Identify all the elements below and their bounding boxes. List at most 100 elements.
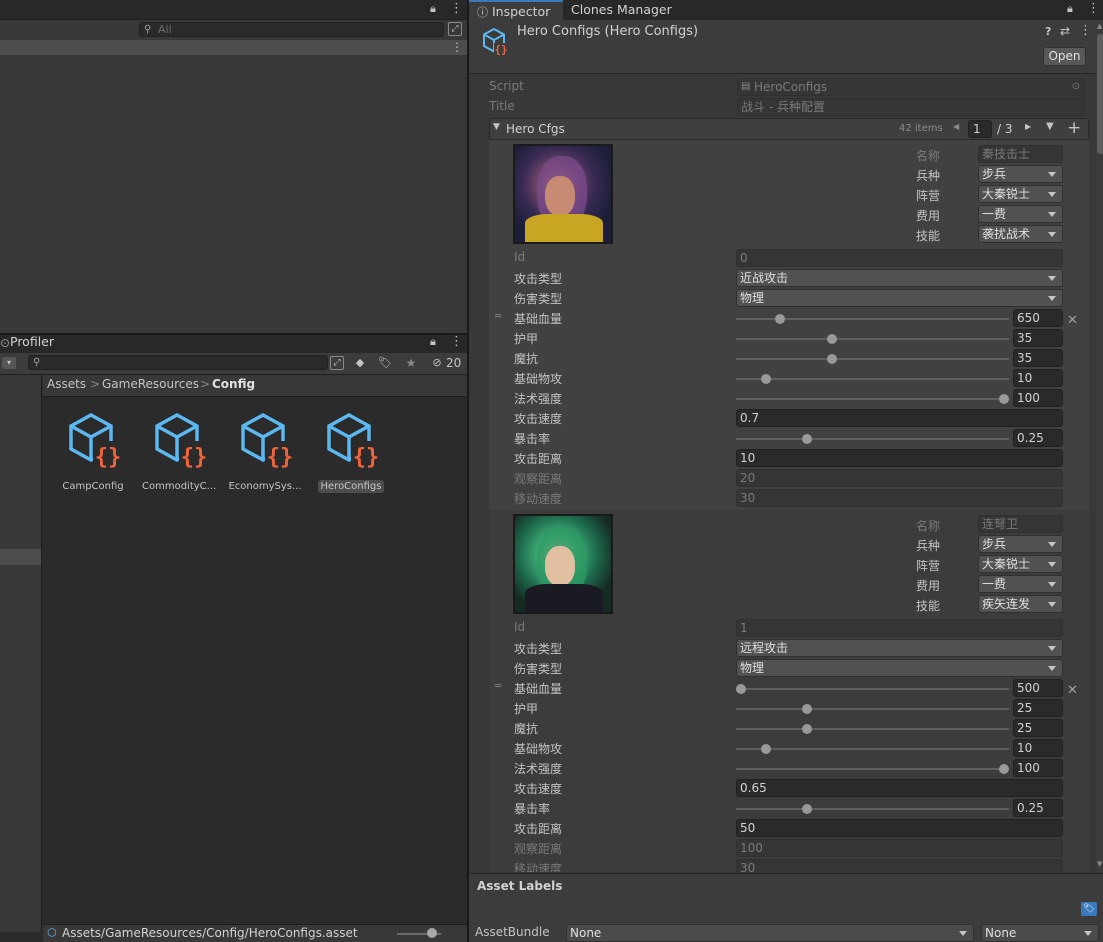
damage-type-dropdown[interactable]: 物理 [736,289,1063,307]
stat-0-value-field[interactable]: 650 [1013,309,1063,327]
scroll-down-icon[interactable]: ▼ [1097,860,1102,868]
attack-range-field[interactable]: 10 [736,449,1063,467]
settings-more-icon[interactable]: ⋮ [1079,23,1092,38]
filter-type-icon[interactable]: ◆ [349,354,371,372]
asset-item[interactable]: {} HeroConfigs [311,411,391,496]
more-menu-icon[interactable]: ⋮ [450,1,463,16]
hidden-packages-icon[interactable]: ⊘ [428,354,446,372]
remove-element-icon[interactable]: ✕ [1067,313,1078,328]
stat-1-value-field[interactable]: 35 [1013,329,1063,347]
type-field[interactable]: 步兵 [978,535,1063,553]
stat-0-value-field[interactable]: 500 [1013,679,1063,697]
next-page-icon[interactable]: ▶ [1025,122,1031,131]
filter-label-icon[interactable]: 🏷︎ [374,354,396,372]
tab-inspector[interactable]: ⓘ Inspector [469,0,563,20]
stat-2-value-field[interactable]: 35 [1013,349,1063,367]
stat-0-slider-knob[interactable] [775,314,785,324]
crit-slider-track[interactable] [736,438,1009,440]
cost-field[interactable]: 一费 [978,205,1063,223]
stat-1-slider-knob[interactable] [802,704,812,714]
type-field[interactable]: 步兵 [978,165,1063,183]
asset-item[interactable]: {} CommodityC... [139,411,219,496]
help-icon[interactable]: ? [1045,25,1051,38]
assetbundle-dropdown[interactable]: None [566,924,974,942]
lock-icon[interactable]: 🔒︎ [430,335,436,349]
camp-field[interactable]: 大秦锐士 [978,185,1063,203]
stat-2-slider-track[interactable] [736,728,1009,730]
stat-1-slider-track[interactable] [736,708,1009,710]
hero-portrait[interactable] [513,144,613,244]
attack-speed-field[interactable]: 0.65 [736,779,1063,797]
foldout-arrow-icon[interactable]: ▼ [493,122,500,132]
stat-1-slider-track[interactable] [736,338,1009,340]
stat-2-slider-track[interactable] [736,358,1009,360]
more-menu-icon[interactable]: ⋮ [1087,1,1100,16]
cost-field[interactable]: 一费 [978,575,1063,593]
stat-1-slider-knob[interactable] [827,334,837,344]
lock-icon[interactable]: 🔒︎ [430,2,436,16]
more-menu-icon[interactable]: ⋮ [450,334,463,349]
crit-slider-knob[interactable] [802,804,812,814]
stat-4-slider-knob[interactable] [999,764,1009,774]
crit-value-field[interactable]: 0.25 [1013,429,1063,447]
project-search-input[interactable]: ⚲ [28,355,328,370]
stat-4-value-field[interactable]: 100 [1013,389,1063,407]
attack-range-field[interactable]: 50 [736,819,1063,837]
open-button[interactable]: Open [1043,47,1086,66]
create-icon[interactable]: ▾ [2,357,16,369]
stat-0-slider-knob[interactable] [736,684,746,694]
stat-4-slider-track[interactable] [736,398,1009,400]
breadcrumb-assets[interactable]: Assets [47,377,86,391]
attack-type-dropdown[interactable]: 远程攻击 [736,639,1063,657]
crit-value-field[interactable]: 0.25 [1013,799,1063,817]
tab-profiler[interactable]: Profiler [2,332,62,352]
tab-clones-manager[interactable]: Clones Manager [563,0,680,20]
preset-icon[interactable]: ⇄ [1060,24,1070,38]
page-input[interactable]: 1 [968,120,992,138]
breadcrumb-gameresources[interactable]: GameResources [102,377,199,391]
stat-3-slider-track[interactable] [736,748,1009,750]
lock-icon[interactable]: 🔒︎ [1067,2,1073,16]
stat-3-slider-knob[interactable] [761,744,771,754]
stat-4-value-field[interactable]: 100 [1013,759,1063,777]
stat-4-slider-knob[interactable] [999,394,1009,404]
attack-speed-field[interactable]: 0.7 [736,409,1063,427]
object-picker-icon[interactable]: ⊙ [1072,79,1080,95]
attack-type-dropdown[interactable]: 近战攻击 [736,269,1063,287]
scroll-up-icon[interactable]: ▲ [1097,22,1102,30]
hero-portrait[interactable] [513,514,613,614]
stat-3-slider-knob[interactable] [761,374,771,384]
scene-more-icon[interactable]: ⋮ [451,40,463,54]
inspector-scrollbar[interactable]: ▲ ▼ [1096,22,1103,872]
damage-type-dropdown[interactable]: 物理 [736,659,1063,677]
crit-slider-track[interactable] [736,808,1009,810]
search-window-icon[interactable]: ⤢ [448,22,462,36]
stat-3-slider-track[interactable] [736,378,1009,380]
assetbundle-variant-dropdown[interactable]: None [981,924,1099,942]
stat-1-value-field[interactable]: 25 [1013,699,1063,717]
search-window-icon[interactable]: ⤢ [330,356,344,370]
camp-field[interactable]: 大秦锐士 [978,555,1063,573]
selected-folder-row[interactable] [0,549,41,565]
drag-handle-icon[interactable]: ═ [495,312,501,322]
stat-2-value-field[interactable]: 25 [1013,719,1063,737]
script-field[interactable]: ▤ HeroConfigs ⊙ [737,78,1085,96]
drag-handle-icon[interactable]: ═ [495,682,501,692]
hierarchy-search-input[interactable]: ⚲ All [139,22,444,37]
stat-3-value-field[interactable]: 10 [1013,369,1063,387]
asset-item[interactable]: {} EconomySys... [225,411,305,496]
stat-2-slider-knob[interactable] [827,354,837,364]
zoom-slider-knob[interactable] [427,928,437,938]
asset-item[interactable]: {} CampConfig [53,411,133,496]
skill-field[interactable]: 疾矢连发 [978,595,1063,613]
favorite-star-icon[interactable]: ★ [400,354,422,372]
skill-field[interactable]: 袭扰战术 [978,225,1063,243]
stat-0-slider-track[interactable] [736,688,1009,690]
asset-labels-title[interactable]: Asset Labels [477,879,562,893]
stat-4-slider-track[interactable] [736,768,1009,770]
page-dropdown-icon[interactable]: ▼ [1046,121,1054,132]
crit-slider-knob[interactable] [802,434,812,444]
stat-2-slider-knob[interactable] [802,724,812,734]
remove-element-icon[interactable]: ✕ [1067,683,1078,698]
scrollbar-thumb[interactable] [1097,34,1103,154]
